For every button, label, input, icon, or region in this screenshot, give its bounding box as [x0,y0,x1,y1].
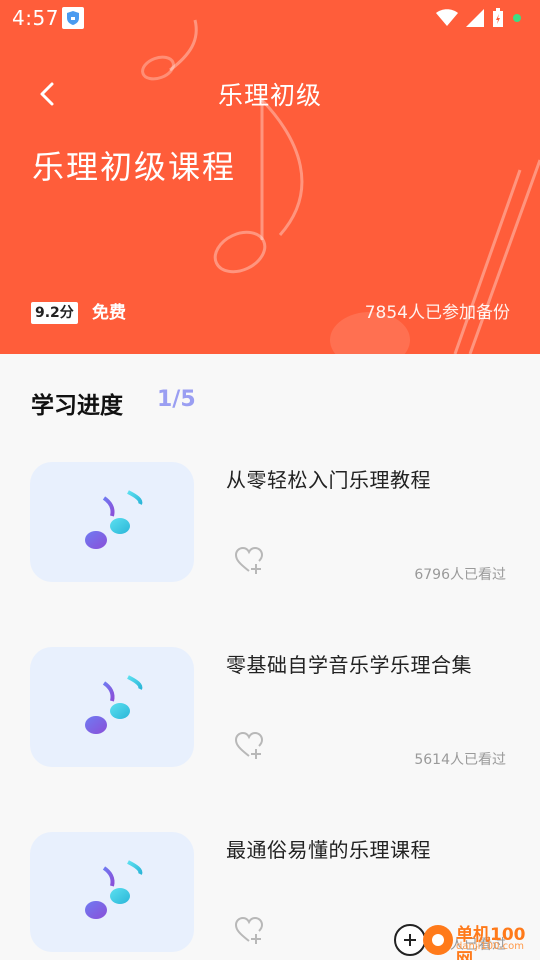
music-note-icon [85,490,143,549]
page-title: 乐理初级 [217,81,322,110]
lesson-title: 最通俗易懂的乐理课程 [226,838,431,862]
favorite-button[interactable] [234,546,264,576]
course-header: 4:57 乐理初级 乐理初级课程 9.2分 免费 7854人已参加备份 [0,0,540,354]
score-badge: 9.2分 [31,302,78,324]
heart-add-icon [234,731,264,759]
progress-value: 1/5 [157,387,196,412]
music-note-icon [85,675,143,734]
lesson-title: 零基础自学音乐学乐理合集 [226,653,472,677]
status-time: 4:57 [12,6,59,30]
heart-add-icon [234,916,264,944]
watermark-text: 单机100网 [456,925,526,960]
music-note-icon [85,860,143,919]
lesson-views: 6796人已看过 [414,567,506,583]
progress-heading: 学习进度 [31,393,123,419]
lesson-thumbnail [30,647,194,767]
participants-count: 7854人已参加备份 [364,303,510,323]
lesson-views: 5614人已看过 [414,752,506,768]
lesson-item[interactable]: 零基础自学音乐学乐理合集 5614人已看过 [0,647,540,777]
status-bar: 4:57 [0,0,540,36]
signal-icon [466,9,484,27]
lesson-item[interactable]: 从零轻松入门乐理教程 6796人已看过 [0,462,540,592]
battery-icon [493,8,503,27]
lesson-thumbnail [30,462,194,582]
shield-icon [62,7,84,29]
lesson-title: 从零轻松入门乐理教程 [226,468,431,492]
price-label: 免费 [92,303,126,323]
lesson-thumbnail [30,832,194,952]
notification-dot-icon [513,14,521,22]
heart-add-icon [234,546,264,574]
wifi-icon [436,9,458,26]
favorite-button[interactable] [234,916,264,946]
favorite-button[interactable] [234,731,264,761]
course-title: 乐理初级课程 [32,148,237,186]
watermark-url: danji100.com [456,941,524,952]
